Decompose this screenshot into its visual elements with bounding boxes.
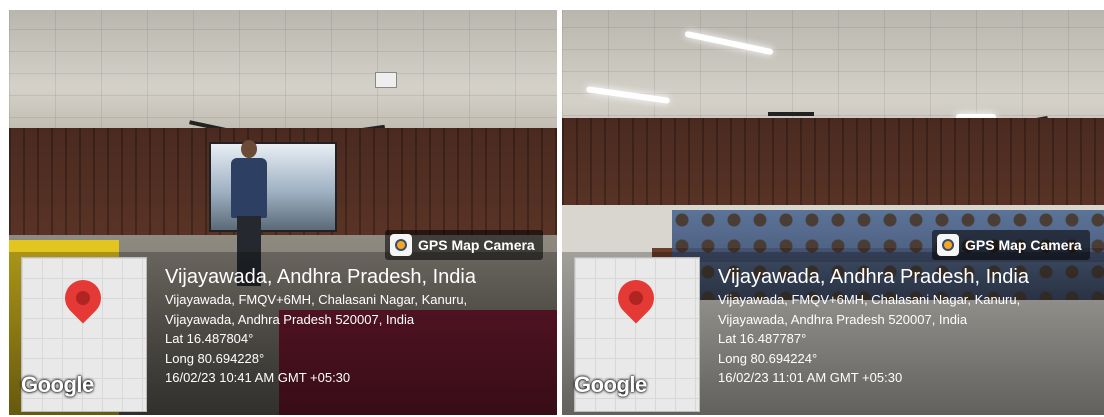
address-line-2: Vijayawada, Andhra Pradesh 520007, India bbox=[718, 311, 968, 327]
wooden-wall bbox=[562, 118, 1104, 218]
google-logo: Google bbox=[21, 372, 94, 397]
projector bbox=[375, 72, 397, 88]
timestamp: 16/02/23 11:01 AM GMT +05:30 bbox=[718, 370, 903, 385]
gps-badge: GPS Map Camera bbox=[385, 230, 543, 260]
ceiling bbox=[9, 10, 557, 140]
latitude: Lat 16.487804° bbox=[165, 331, 254, 346]
address-line-1: Vijayawada, FMQV+6MH, Chalasani Nagar, K… bbox=[718, 292, 1021, 307]
latitude: Lat 16.487787° bbox=[718, 331, 807, 346]
longitude: Long 80.694228° bbox=[165, 350, 265, 366]
gps-camera-icon bbox=[390, 234, 412, 256]
photo-audience-hall: GPS Map Camera Google Vijayawada, Andhra… bbox=[562, 10, 1104, 415]
longitude: Long 80.694224° bbox=[718, 350, 818, 366]
ceiling-fan bbox=[768, 112, 814, 116]
address-line-2: Vijayawada, Andhra Pradesh 520007, India bbox=[165, 311, 415, 327]
gps-badge-text: GPS Map Camera bbox=[418, 237, 535, 253]
gps-camera-icon bbox=[937, 234, 959, 256]
google-logo: Google bbox=[574, 372, 647, 397]
address-line-1: Vijayawada, FMQV+6MH, Chalasani Nagar, K… bbox=[165, 292, 468, 307]
photo-lecture-stage: GPS Map Camera Google Vijayawada, Andhra… bbox=[9, 10, 557, 415]
location-info: Vijayawada, Andhra Pradesh, India Vijaya… bbox=[718, 264, 1029, 388]
location-title: Vijayawada, Andhra Pradesh, India bbox=[165, 266, 476, 288]
location-info: Vijayawada, Andhra Pradesh, India Vijaya… bbox=[165, 264, 476, 388]
timestamp: 16/02/23 10:41 AM GMT +05:30 bbox=[165, 370, 351, 385]
gps-badge-text: GPS Map Camera bbox=[965, 237, 1082, 253]
location-title: Vijayawada, Andhra Pradesh, India bbox=[718, 266, 1029, 288]
gps-badge: GPS Map Camera bbox=[932, 230, 1090, 260]
